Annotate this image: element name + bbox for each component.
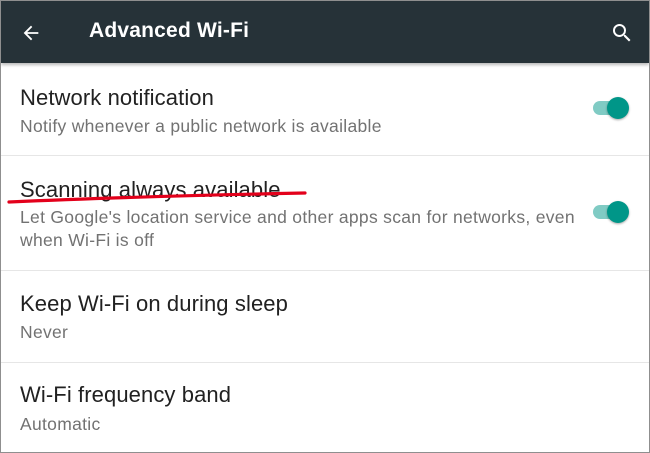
setting-network-notification[interactable]: Network notification Notify whenever a p… [1, 63, 649, 155]
toggle-thumb [607, 97, 629, 119]
search-icon [613, 24, 631, 42]
arrow-left-icon [23, 25, 39, 41]
toggle-thumb [607, 201, 629, 223]
setting-wifi-frequency-band[interactable]: Wi-Fi frequency band Automatic [1, 363, 649, 452]
search-button[interactable] [604, 15, 640, 51]
app-toolbar: Advanced Wi-Fi [1, 1, 649, 63]
setting-title: Keep Wi-Fi on during sleep [20, 291, 288, 316]
setting-summary: Never [20, 322, 69, 342]
setting-title: Network notification [20, 85, 214, 110]
back-button[interactable] [13, 15, 49, 51]
setting-scanning-always-available[interactable]: Scanning always available Let Google's l… [1, 156, 649, 270]
screen-frame: Advanced Wi-Fi Network notification Noti… [0, 0, 650, 453]
page-title: Advanced Wi-Fi [89, 19, 250, 42]
setting-title: Scanning always available [20, 177, 281, 202]
scanning-always-available-toggle[interactable] [591, 199, 631, 225]
setting-title: Wi-Fi frequency band [20, 382, 232, 407]
setting-summary: Let Google's location service and other … [20, 207, 575, 250]
network-notification-toggle[interactable] [591, 95, 631, 121]
setting-keep-wifi-on-during-sleep[interactable]: Keep Wi-Fi on during sleep Never [1, 271, 649, 362]
setting-summary: Notify whenever a public network is avai… [20, 116, 382, 136]
setting-summary: Automatic [20, 414, 101, 434]
